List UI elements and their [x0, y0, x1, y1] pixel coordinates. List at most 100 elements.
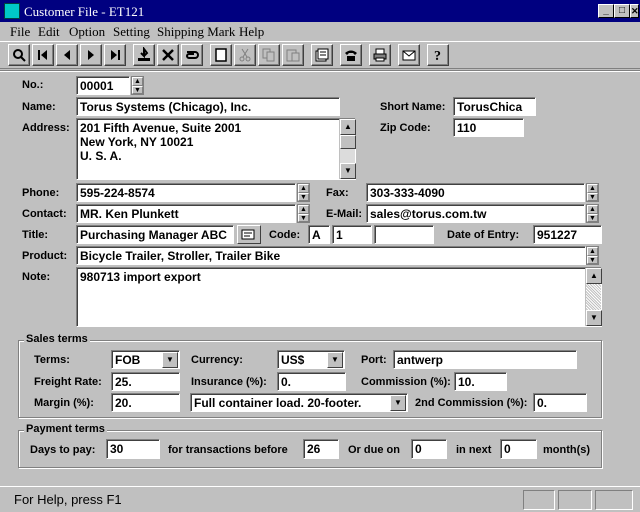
next-record-button[interactable] — [80, 44, 102, 66]
title-lookup-button[interactable] — [237, 225, 261, 244]
terms-label: Terms: — [34, 354, 70, 366]
currency-label: Currency: — [191, 354, 243, 366]
code-field-1[interactable]: A — [308, 225, 330, 244]
margin-field[interactable]: 20. — [111, 393, 180, 412]
save-button[interactable] — [133, 44, 155, 66]
scroll-up-icon[interactable]: ▲ — [340, 119, 356, 135]
close-button[interactable]: ✕ — [630, 4, 639, 18]
fax-stepper-up[interactable]: ▲ — [587, 184, 598, 193]
address-scrollbar[interactable]: ▲ ▼ — [339, 119, 356, 179]
last-record-button[interactable] — [104, 44, 126, 66]
port-field[interactable]: antwerp — [393, 350, 577, 369]
fax-stepper[interactable]: ▲ ▼ — [586, 183, 599, 202]
email-icon — [402, 50, 416, 61]
copy-button[interactable] — [258, 44, 280, 66]
in-next-field[interactable]: 0 — [500, 439, 537, 459]
address-field[interactable]: 201 Fifth Avenue, Suite 2001 New York, N… — [76, 118, 356, 180]
name-field[interactable]: Torus Systems (Chicago), Inc. — [76, 97, 340, 116]
freight-rate-field[interactable]: 25. — [111, 372, 180, 391]
due-on-field[interactable]: 0 — [411, 439, 447, 459]
menu-edit[interactable]: Edit — [38, 24, 60, 40]
terms-dropdown[interactable]: FOB ▼ — [111, 350, 180, 369]
no-label: No.: — [22, 79, 44, 91]
chevron-down-icon[interactable]: ▼ — [327, 352, 343, 368]
product-stepper-up[interactable]: ▲ — [587, 247, 598, 256]
date-of-entry-field[interactable]: 951227 — [533, 225, 602, 244]
contact-field[interactable]: MR. Ken Plunkett — [76, 204, 296, 223]
phone-stepper[interactable]: ▲ ▼ — [297, 183, 310, 202]
menu-setting[interactable]: Setting — [113, 24, 150, 40]
menu-shipping-mark[interactable]: Shipping Mark — [157, 24, 235, 40]
email-field[interactable]: sales@torus.com.tw — [366, 204, 585, 223]
contact-stepper[interactable]: ▲ ▼ — [297, 204, 310, 223]
no-stepper-down[interactable]: ▼ — [132, 85, 143, 94]
delete-icon — [162, 49, 174, 61]
chevron-down-icon[interactable]: ▼ — [162, 352, 178, 368]
note-scroll-down-icon[interactable]: ▼ — [586, 310, 602, 326]
fax-stepper-down[interactable]: ▼ — [587, 192, 598, 201]
product-field[interactable]: Bicycle Trailer, Stroller, Trailer Bike — [76, 246, 586, 265]
svg-text:?: ? — [434, 49, 441, 63]
title-bar[interactable]: Customer File - ET121 _ □ ✕ — [0, 0, 640, 22]
title-field[interactable]: Purchasing Manager ABC — [76, 225, 234, 244]
menu-help[interactable]: Help — [239, 24, 264, 40]
no-stepper-up[interactable]: ▲ — [132, 77, 143, 86]
phone-button[interactable] — [340, 44, 362, 66]
menu-option[interactable]: Option — [69, 24, 105, 40]
report-button[interactable] — [311, 44, 333, 66]
undo-button[interactable] — [181, 44, 203, 66]
status-pane-2 — [558, 490, 592, 510]
payment-terms-title: Payment terms — [24, 423, 107, 435]
minimize-button[interactable]: _ — [598, 4, 614, 18]
delete-button[interactable] — [157, 44, 179, 66]
fax-field[interactable]: 303-333-4090 — [366, 183, 585, 202]
container-dropdown[interactable]: Full container load. 20-footer. ▼ — [190, 393, 408, 412]
help-button[interactable]: ? — [427, 44, 449, 66]
scroll-thumb[interactable] — [340, 135, 356, 149]
first-record-button[interactable] — [32, 44, 54, 66]
previous-record-button[interactable] — [56, 44, 78, 66]
maximize-button[interactable]: □ — [614, 4, 630, 18]
phone-field[interactable]: 595-224-8574 — [76, 183, 296, 202]
short-name-field[interactable]: TorusChica — [453, 97, 536, 116]
phone-stepper-down[interactable]: ▼ — [298, 192, 309, 201]
email-stepper[interactable]: ▲ ▼ — [586, 204, 599, 223]
contact-stepper-up[interactable]: ▲ — [298, 205, 309, 214]
help-icon: ? — [434, 49, 441, 63]
note-field[interactable]: 980713 import export — [76, 267, 602, 327]
email-button[interactable] — [398, 44, 420, 66]
phone-label: Phone: — [22, 187, 60, 199]
menu-file[interactable]: File — [10, 24, 30, 40]
currency-dropdown[interactable]: US$ ▼ — [277, 350, 345, 369]
zip-field[interactable]: 110 — [453, 118, 524, 137]
days-to-pay-field[interactable]: 30 — [106, 439, 160, 459]
product-stepper-down[interactable]: ▼ — [587, 255, 598, 264]
chevron-down-icon[interactable]: ▼ — [390, 395, 406, 411]
contact-stepper-down[interactable]: ▼ — [298, 213, 309, 222]
phone-stepper-up[interactable]: ▲ — [298, 184, 309, 193]
name-label: Name: — [22, 101, 56, 113]
no-field[interactable]: 00001 — [76, 76, 130, 95]
email-stepper-up[interactable]: ▲ — [587, 205, 598, 214]
note-scrollbar[interactable]: ▲ ▼ — [585, 268, 602, 326]
transactions-before-label: for transactions before — [168, 444, 288, 456]
insurance-label: Insurance (%): — [191, 376, 267, 388]
print-button[interactable] — [369, 44, 391, 66]
second-commission-field[interactable]: 0. — [533, 393, 587, 412]
code-field-3[interactable] — [374, 225, 434, 244]
paste-button[interactable] — [282, 44, 304, 66]
transactions-before-field[interactable]: 26 — [303, 439, 339, 459]
scroll-down-icon[interactable]: ▼ — [340, 163, 356, 179]
note-scroll-up-icon[interactable]: ▲ — [586, 268, 602, 284]
commission-field[interactable]: 10. — [454, 372, 507, 391]
new-record-button[interactable] — [210, 44, 232, 66]
window-title: Customer File - ET121 — [24, 4, 145, 19]
code-field-2[interactable]: 1 — [332, 225, 372, 244]
product-stepper[interactable]: ▲ ▼ — [586, 246, 599, 265]
cut-button[interactable] — [234, 44, 256, 66]
email-stepper-down[interactable]: ▼ — [587, 213, 598, 222]
app-icon[interactable] — [4, 3, 20, 19]
search-button[interactable] — [8, 44, 30, 66]
no-stepper[interactable]: ▲ ▼ — [131, 76, 144, 95]
insurance-field[interactable]: 0. — [277, 372, 346, 391]
